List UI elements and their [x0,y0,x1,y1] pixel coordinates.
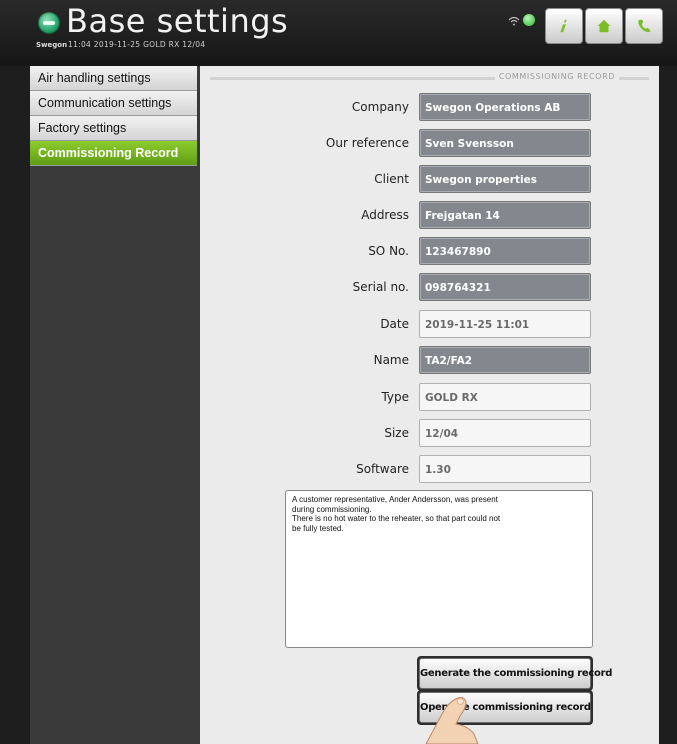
field-label: Type [381,390,409,404]
sidebar-item-air-handling[interactable]: Air handling settings [30,66,197,91]
info-button[interactable] [545,8,583,44]
field-label: Software [356,462,409,476]
client-field[interactable]: Swegon properties [419,165,591,193]
field-label: Client [374,172,409,186]
field-row-address: Address Frejgatan 14 [200,201,659,231]
main-content: COMMISSIONING RECORD Company Swegon Oper… [200,66,659,744]
sidebar: Air handling settings Communication sett… [30,66,197,166]
field-label: Address [361,208,409,222]
brand-name: Swegon [36,41,68,49]
field-row-our-reference: Our reference Sven Svensson [200,129,659,159]
field-row-so-no: SO No. 123467890 [200,237,659,267]
section-title: COMMISSIONING RECORD [494,72,619,81]
info-icon [560,19,567,33]
status-line: 11:04 2019-11-25 GOLD RX 12/04 [68,40,206,49]
notes-textarea[interactable]: A customer representative, Ander Anderss… [285,490,593,648]
field-row-name: Name TA2/FA2 [200,346,659,376]
company-field[interactable]: Swegon Operations AB [419,93,591,121]
sidebar-item-factory[interactable]: Factory settings [30,116,197,141]
field-label: Name [373,353,409,367]
field-label: Date [380,317,409,331]
swegon-logo-icon [38,12,60,34]
field-row-serial-no: Serial no. 098764321 [200,273,659,303]
field-label: Size [384,426,409,440]
address-field[interactable]: Frejgatan 14 [419,201,591,229]
date-field: 2019-11-25 11:01 [419,310,591,338]
page-title: Base settings [66,2,289,40]
field-row-software: Software 1.30 [200,455,659,485]
touch-finger-icon [425,697,479,744]
settings-panel: Air handling settings Communication sett… [30,66,659,744]
field-label: Our reference [325,136,409,150]
field-label: Serial no. [352,280,409,294]
wifi-icon [508,16,520,29]
field-label: SO No. [368,244,409,258]
type-field: GOLD RX [419,383,591,411]
our-reference-field[interactable]: Sven Svensson [419,129,591,157]
so-number-field[interactable]: 123467890 [419,237,591,265]
phone-button[interactable] [625,8,663,44]
field-label: Company [351,100,409,114]
sidebar-item-communication[interactable]: Communication settings [30,91,197,116]
generate-record-button[interactable]: Generate the commissioning record [419,658,612,689]
field-row-type: Type GOLD RX [200,383,659,413]
sidebar-item-commissioning-record[interactable]: Commissioning Record [30,141,197,166]
connection-status-icon [523,14,535,26]
field-row-size: Size 12/04 [200,419,659,449]
serial-number-field[interactable]: 098764321 [419,273,591,301]
field-row-company: Company Swegon Operations AB [200,93,659,123]
field-row-client: Client Swegon properties [200,165,659,195]
size-field: 12/04 [419,419,591,447]
field-row-date: Date 2019-11-25 11:01 [200,310,659,340]
app-header: Base settings Swegon 11:04 2019-11-25 GO… [0,0,677,66]
software-field: 1.30 [419,455,591,483]
home-icon [597,19,611,33]
name-field[interactable]: TA2/FA2 [419,346,591,374]
home-button[interactable] [585,8,623,44]
phone-icon [638,19,651,33]
